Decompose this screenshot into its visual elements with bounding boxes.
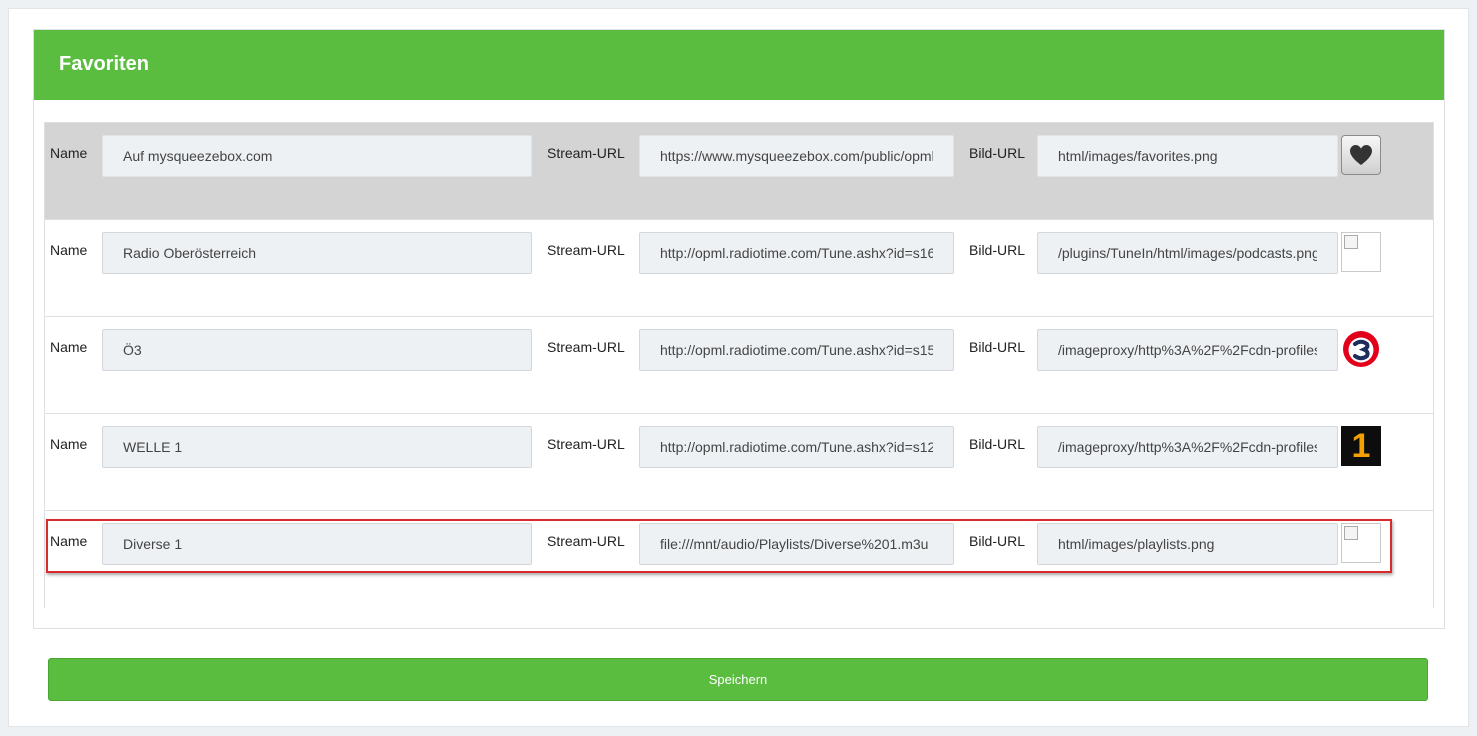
stream-url-input[interactable]	[639, 232, 954, 274]
favorite-name-input[interactable]	[102, 523, 532, 565]
stream-url-label: Stream-URL	[547, 339, 625, 355]
stream-url-label: Stream-URL	[547, 242, 625, 258]
favorite-row[interactable]: Name Stream-URL Bild-URL	[45, 123, 1433, 220]
name-label: Name	[50, 533, 88, 549]
stream-url-input[interactable]	[639, 329, 954, 371]
image-url-label: Bild-URL	[969, 436, 1026, 452]
save-button[interactable]: Speichern	[48, 658, 1428, 701]
broken-image-icon	[1341, 232, 1381, 272]
favorite-row[interactable]: Name Stream-URL Bild-URL	[45, 511, 1433, 608]
favorite-name-input[interactable]	[102, 329, 532, 371]
panel-title: Favoriten	[59, 53, 150, 75]
favorite-row[interactable]: Name Stream-URL Bild-URL	[45, 220, 1433, 317]
image-url-label: Bild-URL	[969, 339, 1026, 355]
image-url-label: Bild-URL	[969, 145, 1026, 161]
favorite-name-input[interactable]	[102, 135, 532, 177]
favorite-name-input[interactable]	[102, 426, 532, 468]
image-url-input[interactable]	[1037, 232, 1338, 274]
image-url-label: Bild-URL	[969, 242, 1026, 258]
stream-url-label: Stream-URL	[547, 533, 625, 549]
favorite-row[interactable]: Name Stream-URL Bild-URL	[45, 317, 1433, 414]
broken-image-icon	[1341, 523, 1381, 563]
heart-icon[interactable]	[1341, 135, 1381, 175]
oe3-logo-icon	[1341, 329, 1381, 369]
image-url-label: Bild-URL	[969, 533, 1026, 549]
image-url-input[interactable]	[1037, 329, 1338, 371]
name-label: Name	[50, 339, 88, 355]
stream-url-label: Stream-URL	[547, 145, 625, 161]
name-label: Name	[50, 145, 88, 161]
favorites-list: Name Stream-URL Bild-URL Name Stream-URL	[44, 122, 1434, 608]
image-url-input[interactable]	[1037, 426, 1338, 468]
page: Favoriten Name Stream-URL Bild-URL Name	[8, 8, 1469, 727]
welle1-logo-icon: 1	[1341, 426, 1381, 466]
name-label: Name	[50, 436, 88, 452]
image-url-input[interactable]	[1037, 135, 1338, 177]
stream-url-input[interactable]	[639, 135, 954, 177]
stream-url-input[interactable]	[639, 523, 954, 565]
image-url-input[interactable]	[1037, 523, 1338, 565]
name-label: Name	[50, 242, 88, 258]
stream-url-label: Stream-URL	[547, 436, 625, 452]
favorites-panel: Favoriten Name Stream-URL Bild-URL Name	[33, 29, 1445, 629]
stream-url-input[interactable]	[639, 426, 954, 468]
panel-header: Favoriten	[34, 30, 1444, 100]
favorite-row[interactable]: Name Stream-URL Bild-URL 1	[45, 414, 1433, 511]
favorite-name-input[interactable]	[102, 232, 532, 274]
